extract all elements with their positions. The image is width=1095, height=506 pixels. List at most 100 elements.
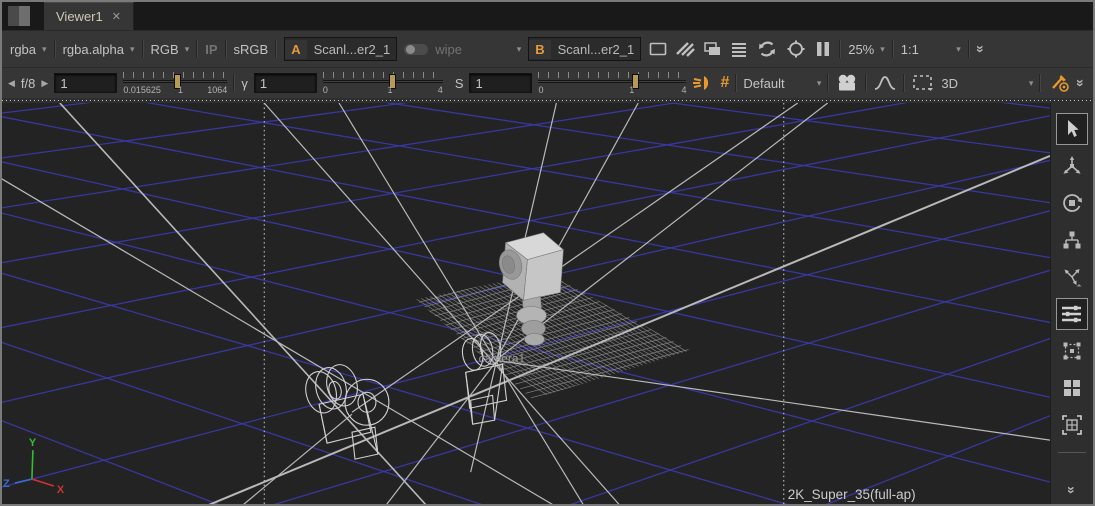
color-sample-eyedropper-icon[interactable] bbox=[1047, 72, 1071, 94]
chevron-down-icon: ▾ bbox=[880, 44, 885, 55]
gain-input[interactable]: 1 bbox=[54, 73, 117, 93]
translate-icon bbox=[1061, 155, 1083, 177]
divider bbox=[142, 40, 144, 58]
wipe-toggle[interactable] bbox=[404, 44, 428, 55]
saturation-label: S bbox=[455, 76, 464, 91]
tab-viewer1[interactable]: Viewer1 ✕ bbox=[44, 2, 134, 30]
rotate-icon bbox=[1061, 192, 1083, 214]
view-mode-dropdown[interactable]: 3D ▾ bbox=[941, 76, 1033, 91]
divider bbox=[735, 74, 737, 92]
cursor-icon bbox=[1061, 118, 1083, 140]
free-transform-icon bbox=[1061, 266, 1083, 288]
divider bbox=[1058, 452, 1086, 453]
tab-bar: Viewer1 ✕ bbox=[2, 2, 1093, 30]
frame-grid-icon bbox=[1061, 414, 1083, 436]
chevron-down-icon: ▾ bbox=[1029, 78, 1034, 89]
chevron-down-icon: ▾ bbox=[517, 44, 522, 55]
input-b-field[interactable]: B Scanl...er2_1 bbox=[528, 37, 641, 61]
alpha-layer-dropdown[interactable]: rgba.alpha ▾ bbox=[63, 42, 135, 57]
lighting-icon[interactable] bbox=[692, 73, 714, 93]
viewer-toolbar-top: rgba ▾ rgba.alpha ▾ RGB ▾ IP sRGB A Scan… bbox=[2, 30, 1093, 67]
divider bbox=[54, 40, 56, 58]
divider bbox=[1039, 74, 1041, 92]
viewport-scene[interactable]: Y X Z camera1 2K_Super_35(full-ap) bbox=[2, 103, 1050, 504]
axis-indicator: Y X Z bbox=[3, 437, 65, 496]
collapse-toolbar-icon[interactable]: » bbox=[1073, 79, 1089, 87]
frame-view-button[interactable] bbox=[1056, 409, 1088, 441]
input-a-label: A bbox=[285, 40, 306, 59]
axis-y-label: Y bbox=[29, 437, 37, 449]
refresh-icon[interactable] bbox=[756, 39, 778, 59]
input-process-button[interactable]: IP bbox=[205, 42, 217, 57]
panel-layout-icon[interactable] bbox=[8, 6, 30, 26]
channel-display-dropdown[interactable]: RGB ▾ bbox=[151, 42, 190, 57]
grid-2x2-icon bbox=[1061, 377, 1083, 399]
gamma-input[interactable]: 1 bbox=[254, 73, 317, 93]
input-b-label: B bbox=[529, 40, 550, 59]
tab-label: Viewer1 bbox=[56, 9, 103, 24]
divider bbox=[903, 74, 905, 92]
selection-handles-icon bbox=[1061, 340, 1083, 362]
chevron-down-icon: ▾ bbox=[956, 44, 961, 55]
camera-wireframe-left[interactable] bbox=[302, 361, 389, 459]
layer-dropdown[interactable]: rgba ▾ bbox=[10, 42, 47, 57]
divider bbox=[892, 40, 894, 58]
viewport-3d[interactable]: Y X Z camera1 2K_Super_35(full-ap) bbox=[2, 103, 1050, 504]
saturation-slider[interactable]: 0 1 4 bbox=[538, 70, 686, 96]
pause-icon[interactable] bbox=[814, 40, 832, 58]
prev-icon[interactable]: ◀ bbox=[8, 78, 15, 89]
divider bbox=[839, 40, 841, 58]
viewport-tool-sidebar: » bbox=[1050, 103, 1093, 504]
roi-marquee-icon[interactable] bbox=[911, 73, 935, 93]
collapse-sidebar-icon[interactable]: » bbox=[1064, 486, 1080, 494]
saturation-input[interactable]: 1 bbox=[469, 73, 532, 93]
hierarchy-tool-button[interactable] bbox=[1056, 224, 1088, 256]
collapse-toolbar-icon[interactable]: » bbox=[973, 45, 989, 53]
divider bbox=[968, 40, 970, 58]
chevron-down-icon: ▾ bbox=[185, 44, 190, 55]
close-icon[interactable]: ✕ bbox=[112, 10, 121, 23]
format-label: 2K_Super_35(full-ap) bbox=[788, 487, 916, 502]
chevron-down-icon: ▾ bbox=[42, 44, 47, 55]
viewer-window: Viewer1 ✕ rgba ▾ rgba.alpha ▾ RGB ▾ IP s… bbox=[0, 0, 1095, 506]
camera-name-label: camera1 bbox=[479, 351, 526, 365]
axis-z-label: Z bbox=[3, 478, 10, 490]
input-a-field[interactable]: A Scanl...er2_1 bbox=[284, 37, 397, 61]
new-viewer-icon[interactable] bbox=[702, 40, 722, 58]
select-tool-button[interactable] bbox=[1056, 113, 1088, 145]
axis-x-label: X bbox=[57, 484, 65, 496]
fstop-label[interactable]: f/8 bbox=[21, 76, 35, 91]
hierarchy-icon bbox=[1061, 229, 1083, 251]
gamma-slider[interactable]: 0 1 4 bbox=[323, 70, 443, 96]
sliders-icon bbox=[1060, 303, 1084, 325]
proxy-dropdown[interactable]: 1:1 ▾ bbox=[901, 42, 961, 57]
adjust-controls-button[interactable] bbox=[1056, 298, 1088, 330]
viewer-process-dropdown[interactable]: Default ▾ bbox=[743, 76, 821, 91]
gaussian-curve-icon[interactable] bbox=[873, 73, 897, 93]
chevron-down-icon: ▾ bbox=[130, 44, 135, 55]
next-icon[interactable]: ▶ bbox=[41, 78, 48, 89]
film-camera-icon[interactable] bbox=[835, 73, 859, 93]
divider bbox=[196, 40, 198, 58]
rotate-tool-button[interactable] bbox=[1056, 187, 1088, 219]
wipe-dropdown[interactable]: wipe ▾ bbox=[435, 42, 521, 57]
grid-overlay-icon[interactable]: # bbox=[720, 74, 729, 92]
stack-layers-icon[interactable] bbox=[729, 40, 749, 58]
divider bbox=[233, 74, 235, 92]
gamma-label: γ bbox=[241, 76, 248, 91]
chevron-down-icon: ▾ bbox=[817, 78, 822, 89]
translate-tool-button[interactable] bbox=[1056, 150, 1088, 182]
divider bbox=[827, 74, 829, 92]
zoom-dropdown[interactable]: 25% ▾ bbox=[848, 42, 885, 57]
wipe-pattern-icon[interactable] bbox=[675, 40, 695, 58]
selection-handles-button[interactable] bbox=[1056, 335, 1088, 367]
guides-target-icon[interactable] bbox=[785, 39, 807, 59]
gain-slider[interactable]: 0.015625 1 1064 bbox=[123, 70, 227, 96]
divider bbox=[225, 40, 227, 58]
divider bbox=[865, 74, 867, 92]
free-transform-tool-button[interactable] bbox=[1056, 261, 1088, 293]
layout-grid-button[interactable] bbox=[1056, 372, 1088, 404]
monitor-output-icon[interactable] bbox=[648, 40, 668, 58]
viewer-toolbar-bottom: ◀ f/8 ▶ 1 0.015625 1 1064 γ 1 0 1 4 S 1 … bbox=[2, 67, 1093, 98]
colorspace-dropdown[interactable]: sRGB bbox=[234, 42, 269, 57]
